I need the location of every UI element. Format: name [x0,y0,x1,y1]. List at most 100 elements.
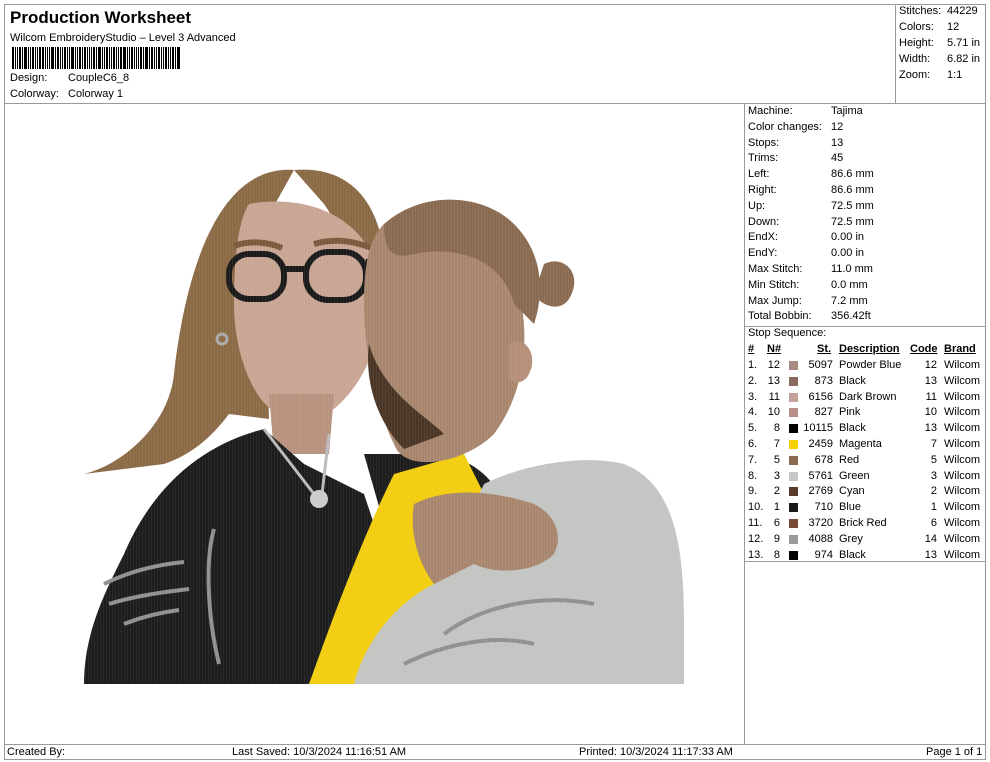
col-header-code: Code [910,343,938,355]
row-description: Cyan [839,485,865,498]
barcode-bar [163,47,164,69]
row-brand: Wilcom [944,374,981,387]
color-swatch [789,503,798,513]
barcode-bar [79,47,81,69]
barcode-bar [156,47,157,69]
row-brand: Wilcom [944,359,981,371]
machine-label: Total Bobbin: [748,310,812,323]
barcode-bar [172,47,174,69]
table-row: 3. 11 6156 Dark Brown 11 Wilcom [745,391,986,407]
row-description: Dark Brown [839,390,897,403]
machine-value: 7.2 mm [831,294,868,307]
row-needle: 13 [767,374,780,387]
colorway-value: Colorway 1 [68,88,124,100]
barcode-bar [45,47,46,69]
barcode-bar [84,47,86,69]
machine-row: Stops: 13 [748,137,843,149]
barcode-bar [161,47,162,69]
machine-label: Min Stitch: [748,278,800,291]
barcode-bar [71,47,74,69]
barcode-bar [15,47,16,69]
row-index: 3. [748,390,758,403]
row-brand: Wilcom [944,548,981,561]
barcode-bar [127,47,128,69]
barcode-bar [102,47,103,69]
barcode-bar [129,47,130,69]
software-subtitle: Wilcom EmbroideryStudio – Level 3 Advanc… [10,32,236,44]
row-index: 13. [748,548,764,561]
row-description: Black [839,548,866,561]
barcode-bar [32,47,34,69]
barcode-bar [123,47,126,69]
table-row: 2. 13 873 Black 13 Wilcom [745,375,986,391]
row-brand: Wilcom [944,485,981,498]
color-swatch [789,519,798,528]
machine-row: Trims: 45 [748,152,843,164]
machine-label: Color changes: [748,120,822,133]
machine-row: Total Bobbin: 356.42ft [748,310,871,322]
row-needle: 1 [773,501,780,514]
row-code: 1 [930,501,937,514]
machine-value: 86.6 mm [831,184,874,196]
row-brand: Wilcom [944,438,981,450]
created-by: Created By: [7,746,66,758]
row-code: 13 [924,422,937,435]
colorway-row: Colorway: Colorway 1 [10,88,123,100]
machine-label: Left: [748,168,770,181]
color-swatch [789,361,798,370]
barcode-bar [51,47,54,69]
colorway-label: Colorway: [10,88,59,100]
row-code: 13 [924,374,937,387]
row-index: 8. [748,469,758,482]
row-needle: 3 [773,469,780,482]
design-label: Design: [10,72,48,84]
design-preview [4,104,745,744]
row-needle: 10 [767,406,780,419]
row-description: Black [839,422,866,435]
machine-row: EndX: 0.00 in [748,231,864,243]
color-swatch [789,534,798,544]
barcode-bar [145,47,148,69]
barcode-bar [64,47,66,69]
barcode-bar [62,47,63,69]
worksheet-header: Production Worksheet Wilcom EmbroiderySt… [4,4,896,104]
machine-row: Left: 86.6 mm [748,168,874,180]
barcode-bar [91,47,92,69]
machine-label: EndX: [748,231,778,244]
col-header-index: # [748,343,755,355]
machine-row: Right: 86.6 mm [748,184,874,196]
page-number: Page 1 of 1 [926,746,983,758]
machine-label: EndY: [748,247,778,260]
row-code: 14 [924,532,937,545]
barcode-bar [177,47,180,69]
barcode-bar [77,47,78,69]
row-description: Green [839,469,870,482]
color-swatch [789,376,798,386]
machine-label: Trims: [748,152,779,165]
table-row: 12. 9 4088 Grey 14 Wilcom [745,533,986,549]
row-brand: Wilcom [944,422,981,435]
row-stitches: 3720 [808,517,833,529]
barcode-bar [93,47,95,69]
row-description: Red [839,453,860,466]
row-index: 1. [748,359,758,371]
machine-value: 0.00 in [831,231,865,244]
machine-label: Machine: [748,105,793,117]
row-needle: 8 [773,548,780,561]
barcode-bar [154,47,155,69]
barcode-bar [118,47,119,69]
barcode-bar [96,47,97,69]
row-stitches: 10115 [803,422,833,435]
row-stitches: 974 [814,548,833,561]
row-code: 12 [924,359,937,371]
barcode-bar [158,47,160,69]
row-stitches: 2459 [808,438,833,450]
machine-value: 13 [831,136,844,149]
row-index: 2. [748,374,758,387]
color-swatch [789,487,798,497]
machine-row: Color changes: 12 [748,121,843,133]
design-value: CoupleC6_8 [68,72,130,84]
worksheet-footer: Created By: Last Saved: 10/3/2024 11:16:… [4,744,986,760]
row-needle: 8 [773,422,780,435]
row-code: 3 [930,469,937,482]
